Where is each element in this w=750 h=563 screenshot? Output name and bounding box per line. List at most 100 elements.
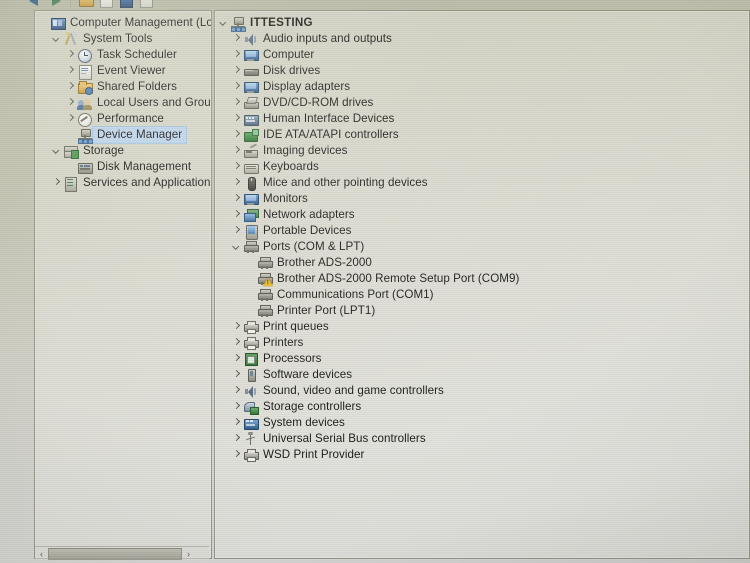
device-tree-item-dvd-cd-rom-drives[interactable]: DVD/CD-ROM drives <box>215 95 749 111</box>
chevron-right-icon[interactable] <box>230 95 243 111</box>
chevron-right-icon[interactable] <box>64 95 77 111</box>
device-tree-item-printer-port-lpt1[interactable]: Printer Port (LPT1) <box>215 303 749 319</box>
device-tree-item-print-queues[interactable]: Print queues <box>215 319 749 335</box>
tree-item-label: Portable Devices <box>263 224 352 237</box>
chevron-right-icon[interactable] <box>230 47 243 63</box>
chevron-right-icon[interactable] <box>230 175 243 191</box>
chevron-right-icon[interactable] <box>50 175 63 191</box>
tree-item-label: Computer Management (Local <box>70 16 212 29</box>
chevron-right-icon[interactable] <box>230 431 243 447</box>
chevron-right-icon[interactable] <box>64 79 77 95</box>
device-tree-item-ports-com-lpt[interactable]: Ports (COM & LPT) <box>215 239 749 255</box>
twisty-placeholder <box>37 15 50 31</box>
blue-square-icon[interactable] <box>118 0 133 8</box>
tree-item-label: Communications Port (COM1) <box>277 288 434 301</box>
chevron-down-icon[interactable] <box>230 239 243 255</box>
chevron-right-icon[interactable] <box>230 351 243 367</box>
device-tree-item-printers[interactable]: Printers <box>215 335 749 351</box>
console-tree-pane[interactable]: Computer Management (Local System Tools Ta… <box>34 10 212 559</box>
scrollbar-thumb[interactable] <box>48 548 182 560</box>
console-tree[interactable]: Computer Management (Local System Tools Ta… <box>35 11 211 558</box>
chevron-right-icon[interactable] <box>230 159 243 175</box>
scroll-right-arrow[interactable]: › <box>182 548 195 560</box>
device-tree-item-software-devices[interactable]: Software devices <box>215 367 749 383</box>
system-tools-icon <box>63 31 79 47</box>
device-manager-pane[interactable]: ITTESTING Audio inputs and outputs Compute… <box>214 10 750 559</box>
device-tree-item-display-adapters[interactable]: Display adapters <box>215 79 749 95</box>
chevron-right-icon[interactable] <box>230 207 243 223</box>
chevron-right-icon[interactable] <box>230 111 243 127</box>
device-tree-item-wsd-print-provider[interactable]: WSD Print Provider <box>215 447 749 463</box>
console-tree-item-computer-management-local[interactable]: Computer Management (Local <box>35 15 211 31</box>
console-tree-item-storage[interactable]: Storage <box>35 143 211 159</box>
storage-controller-icon <box>243 400 259 415</box>
console-tree-horizontal-scrollbar[interactable]: ‹ › <box>35 546 209 561</box>
tree-item-label: System devices <box>263 416 345 429</box>
device-tree[interactable]: ITTESTING Audio inputs and outputs Compute… <box>215 11 749 558</box>
device-tree-item-human-interface-devices[interactable]: Human Interface Devices <box>215 111 749 127</box>
device-tree-item-computer[interactable]: Computer <box>215 47 749 63</box>
chevron-right-icon[interactable] <box>64 47 77 63</box>
tree-item-label: Services and Applications <box>83 176 212 189</box>
back-arrow-icon[interactable] <box>28 0 43 8</box>
chevron-right-icon[interactable] <box>230 79 243 95</box>
console-tree-item-task-scheduler[interactable]: Task Scheduler <box>35 47 211 63</box>
chevron-right-icon[interactable] <box>64 111 77 127</box>
chevron-right-icon[interactable] <box>230 223 243 239</box>
device-tree-item-universal-serial-bus-controllers[interactable]: Universal Serial Bus controllers <box>215 431 749 447</box>
device-tree-item-network-adapters[interactable]: Network adapters <box>215 207 749 223</box>
console-tree-item-performance[interactable]: Performance <box>35 111 211 127</box>
network-adapter-icon <box>243 208 259 223</box>
chevron-right-icon[interactable] <box>230 63 243 79</box>
hard-disk-icon <box>243 64 259 79</box>
processor-icon <box>243 352 259 367</box>
console-tree-item-disk-management[interactable]: Disk Management <box>35 159 211 175</box>
chevron-down-icon[interactable] <box>50 31 63 47</box>
device-tree-item-imaging-devices[interactable]: Imaging devices <box>215 142 749 159</box>
chevron-right-icon[interactable] <box>64 63 77 79</box>
device-tree-item-processors[interactable]: Processors <box>215 351 749 367</box>
device-tree-item-disk-drives[interactable]: Disk drives <box>215 63 749 79</box>
tree-item-label: System Tools <box>83 32 153 45</box>
console-tree-item-device-manager[interactable]: Device Manager <box>35 127 211 144</box>
console-tree-item-shared-folders[interactable]: Shared Folders <box>35 79 211 95</box>
scroll-left-arrow[interactable]: ‹ <box>35 548 48 560</box>
chevron-right-icon[interactable] <box>230 415 243 431</box>
device-tree-item-ide-ata-atapi-controllers[interactable]: IDE ATA/ATAPI controllers <box>215 127 749 143</box>
chevron-right-icon[interactable] <box>230 335 243 351</box>
chevron-right-icon[interactable] <box>230 31 243 47</box>
device-tree-item-portable-devices[interactable]: Portable Devices <box>215 223 749 240</box>
device-tree-item-keyboards[interactable]: Keyboards <box>215 159 749 175</box>
chevron-right-icon[interactable] <box>230 383 243 399</box>
grid-icon[interactable] <box>138 0 153 8</box>
chevron-right-icon[interactable] <box>230 127 243 143</box>
chevron-down-icon[interactable] <box>50 143 63 159</box>
device-tree-item-ittesting[interactable]: ITTESTING <box>215 15 749 32</box>
device-tree-item-communications-port-com1[interactable]: Communications Port (COM1) <box>215 287 749 303</box>
chevron-right-icon[interactable] <box>230 399 243 415</box>
chevron-right-icon[interactable] <box>230 143 243 159</box>
device-tree-item-mice-and-other-pointing-devices[interactable]: Mice and other pointing devices <box>215 175 749 191</box>
chevron-right-icon[interactable] <box>230 191 243 207</box>
device-tree-item-brother-ads-2000-remote-setup-port-com9[interactable]: Brother ADS-2000 Remote Setup Port (COM9… <box>215 271 749 287</box>
forward-arrow-icon[interactable] <box>48 0 63 8</box>
device-tree-item-storage-controllers[interactable]: Storage controllers <box>215 399 749 415</box>
monitor-icon <box>243 192 259 207</box>
device-tree-item-audio-inputs-and-outputs[interactable]: Audio inputs and outputs <box>215 31 749 47</box>
console-toolbar[interactable] <box>28 0 328 8</box>
device-tree-item-monitors[interactable]: Monitors <box>215 191 749 207</box>
console-tree-item-system-tools[interactable]: System Tools <box>35 31 211 47</box>
chevron-right-icon[interactable] <box>230 447 243 463</box>
chevron-right-icon[interactable] <box>230 367 243 383</box>
device-tree-item-system-devices[interactable]: System devices <box>215 415 749 431</box>
console-tree-item-local-users-and-groups[interactable]: Local Users and Groups <box>35 95 211 111</box>
device-tree-item-sound-video-and-game-controllers[interactable]: Sound, video and game controllers <box>215 383 749 399</box>
folder-icon[interactable] <box>78 0 94 8</box>
chevron-down-icon[interactable] <box>217 15 230 31</box>
chevron-right-icon[interactable] <box>230 319 243 335</box>
device-tree-item-brother-ads-2000[interactable]: Brother ADS-2000 <box>215 255 749 271</box>
users-icon <box>77 96 93 111</box>
console-tree-item-event-viewer[interactable]: Event Viewer <box>35 63 211 80</box>
console-tree-item-services-and-applications[interactable]: Services and Applications <box>35 175 212 192</box>
document-icon[interactable] <box>98 0 113 8</box>
